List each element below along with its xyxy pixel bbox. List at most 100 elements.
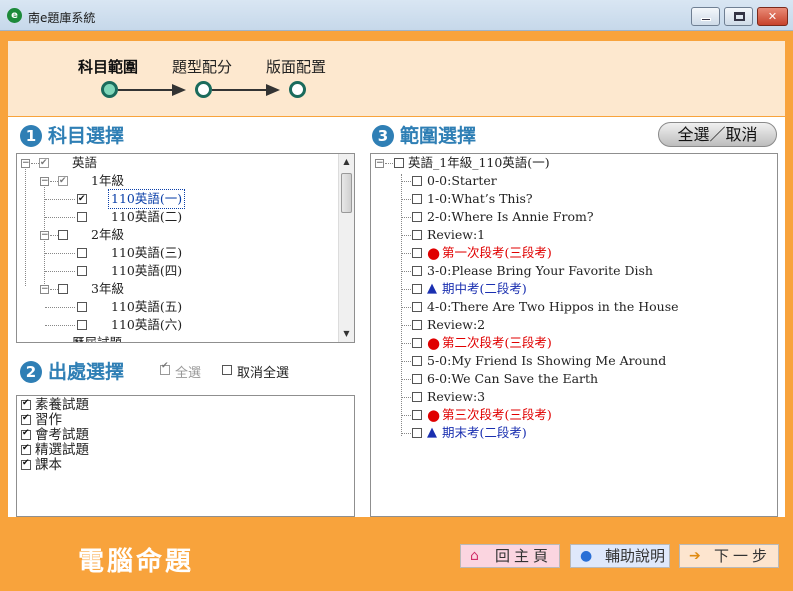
step-subject-range: 科目範圍 [78,58,139,76]
subject-tree[interactable]: − 英語 − 1年級 110英語(一) 110英語 [16,153,355,343]
tree-label: 5-0:My Friend Is Showing Me Around [427,353,667,368]
scroll-up-icon[interactable]: ▲ [339,154,354,170]
collapse-icon[interactable]: − [40,231,49,240]
collapse-icon[interactable]: − [375,159,384,168]
tree-label: 第二次段考(三段考) [442,335,552,350]
help-button[interactable]: ● 輔助說明 [570,544,670,568]
step-question-scoring: 題型配分 [172,58,233,76]
checkbox[interactable] [412,338,422,348]
tree-guide [45,325,75,326]
collapse-icon[interactable]: − [40,285,49,294]
scrollbar[interactable]: ▲ ▼ [338,154,354,342]
tree-label: 第一次段考(三段考) [442,245,552,260]
tree-guide [402,235,411,236]
checkbox[interactable] [412,212,422,222]
button-label: 輔助說明 [605,547,666,565]
tree-label: 第三次段考(三段考) [442,407,552,422]
next-step-button[interactable]: ➔ 下一步 [679,544,779,568]
window-title: 南e題庫系統 [28,11,96,25]
collapse-icon[interactable]: − [21,159,30,168]
collapse-icon[interactable]: − [40,177,49,186]
arrow-right-icon: ➔ [689,548,701,564]
maximize-button[interactable] [724,7,753,26]
checkbox[interactable] [21,456,31,471]
chat-icon: ● [580,548,593,564]
minimize-button[interactable] [691,7,720,26]
tree-guide [44,184,45,234]
section-label: 科目選擇 [48,125,125,147]
checkbox[interactable] [77,302,87,312]
tree-guide [402,361,411,362]
checkbox[interactable] [222,365,232,375]
checkbox[interactable] [77,212,87,222]
toggle-all-button[interactable]: 全選／取消 [658,122,777,147]
tree-guide [50,289,58,290]
tree-guide [402,253,411,254]
checkbox[interactable] [394,158,404,168]
step-connector [212,89,267,91]
checkbox[interactable] [21,411,31,426]
blue-triangle-icon: ▲ [427,425,437,440]
tree-label: 0-0:Starter [427,173,497,188]
checkbox[interactable] [412,302,422,312]
checkbox[interactable] [58,172,68,190]
tree-label: 110英語(一) [107,189,186,209]
tree-guide [50,235,58,236]
checkbox[interactable] [21,441,31,456]
checkbox[interactable] [412,392,422,402]
checkbox[interactable] [412,176,422,186]
checkbox[interactable] [412,248,422,258]
tree-guide [402,325,411,326]
scroll-thumb[interactable] [341,173,352,213]
tree-label: Review:1 [427,227,486,242]
checkbox[interactable] [412,428,422,438]
tree-guide [402,181,411,182]
scroll-down-icon[interactable]: ▼ [339,326,354,342]
section-number: 2 [20,361,42,383]
tree-guide [402,289,411,290]
tree-guide [402,433,411,434]
checkbox[interactable] [39,154,49,172]
tree-label: 4-0:There Are Two Hippos in the House [427,299,679,314]
checkbox[interactable] [58,284,68,294]
origin-list[interactable]: 素養試題 習作 會考試題 精選試題 課本 [16,395,355,517]
subject-section-title: 1 科目選擇 [20,121,124,148]
checkbox[interactable] [412,230,422,240]
range-tree[interactable]: − 英語_1年級_110英語(一) 0-0:Starter 1-0:What’s … [370,153,778,517]
checkbox[interactable] [412,194,422,204]
section-label: 出處選擇 [48,361,125,383]
tree-label: 期末考(二段考) [442,425,527,440]
section-number: 3 [372,125,394,147]
checkbox[interactable] [412,374,422,384]
checkbox[interactable] [77,320,87,330]
tree-guide [45,253,75,254]
app-icon: e [7,8,22,23]
checkbox[interactable] [21,426,31,441]
checkbox[interactable] [77,266,87,276]
checkbox[interactable] [77,190,87,208]
checkbox[interactable] [412,266,422,276]
checkbox[interactable] [412,320,422,330]
checkbox[interactable] [58,230,68,240]
tree-guide [402,415,411,416]
checkbox[interactable] [412,356,422,366]
main-panel: 1 科目選擇 − 英語 − 1年級 [8,117,785,517]
tree-guide [402,397,411,398]
close-button[interactable]: ✕ [757,7,788,26]
checkbox[interactable] [160,361,170,375]
step-dot-1 [101,81,118,98]
tree-label: 110英語(三) [111,245,183,260]
tree-label: 110英語(二) [111,209,183,224]
tree-guide [44,238,45,288]
checkbox[interactable] [412,284,422,294]
checkbox[interactable] [21,396,31,411]
checkbox[interactable] [412,410,422,420]
list-label: 會考試題 [35,427,89,443]
step-connector [118,89,172,91]
app-frame: 科目範圍 題型配分 版面配置 1 科目選擇 − 英語 [0,31,793,591]
list-label: 素養試題 [35,397,89,413]
home-button[interactable]: ⌂ 回主頁 [460,544,560,568]
tree-guide [45,217,75,218]
tree-guide [31,163,39,164]
checkbox[interactable] [77,248,87,258]
